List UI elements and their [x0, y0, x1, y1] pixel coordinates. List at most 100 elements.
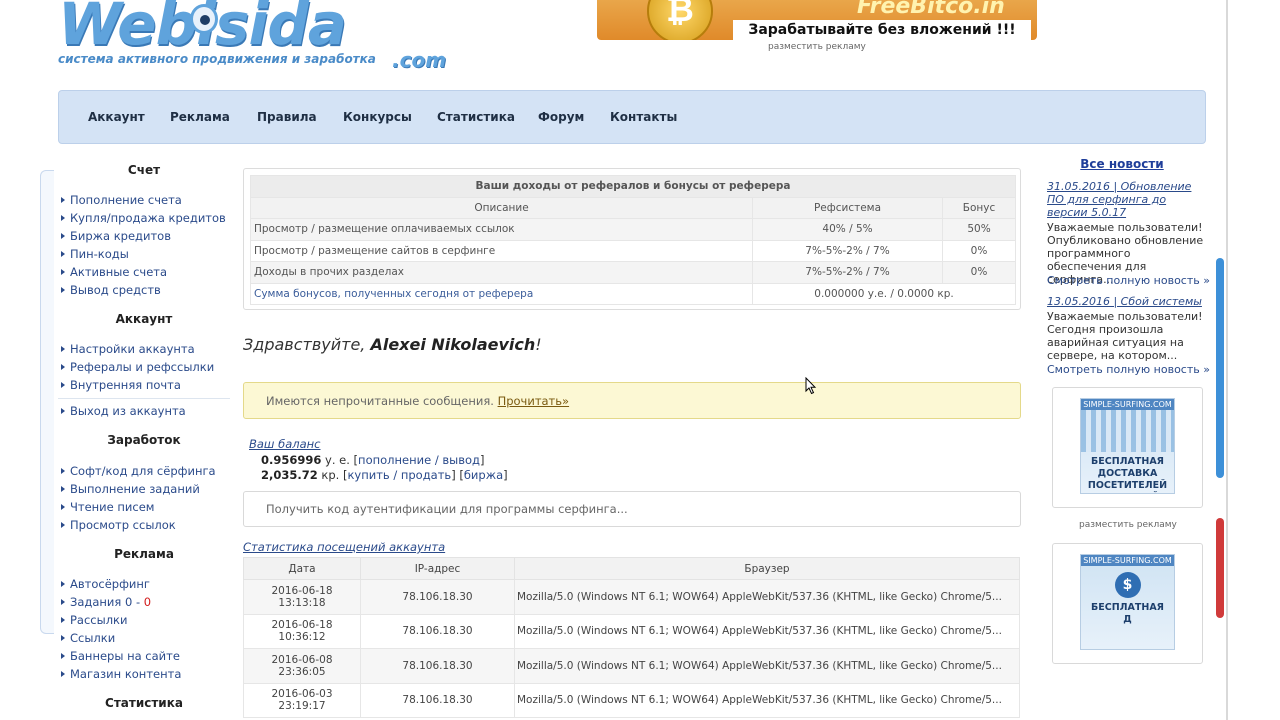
sidebar-item-credit-exchange[interactable]: Биржа кредитов: [61, 229, 171, 243]
visit-time: 23:36:05: [278, 665, 326, 678]
column-header-date: Дата: [243, 557, 361, 580]
ad-brand: SIMPLE-SURFING.COM: [1081, 555, 1174, 566]
sidebar-item-referrals[interactable]: Рефералы и рефссылки: [61, 360, 214, 374]
side-ad-banner[interactable]: SIMPLE-SURFING.COM БЕСПЛАТНАЯ ДОСТАВКА П…: [1052, 387, 1203, 508]
bullet-icon: [61, 233, 65, 239]
bullet-icon: [61, 251, 65, 257]
news-more-link[interactable]: Смотреть полную новость »: [1047, 363, 1210, 376]
balance-credits-unit: кр. [: [317, 468, 348, 482]
sidebar-item-credit-trade[interactable]: Купля/продажа кредитов: [61, 211, 226, 225]
tasks-count-red: 0: [143, 595, 152, 609]
place-ad-link[interactable]: разместить рекламу: [1079, 520, 1177, 530]
sidebar-item-view-links[interactable]: Просмотр ссылок: [61, 518, 176, 532]
sidebar-item-mailings[interactable]: Рассылки: [61, 613, 127, 627]
sidebar-item-content-shop[interactable]: Магазин контента: [61, 667, 181, 681]
sidebar-item-account-settings[interactable]: Настройки аккаунта: [61, 342, 195, 356]
sidebar-item-label: Рефералы и рефссылки: [70, 360, 215, 374]
bracket: ]: [479, 453, 485, 467]
ad-text: БЕСПЛАТНАЯ ДОСТАВКА ПОСЕТИТЕЛЕЙ НА ВАШ С…: [1087, 456, 1168, 493]
sidebar-item-label: Баннеры на сайте: [70, 649, 180, 663]
side-ad-image: SIMPLE-SURFING.COM БЕСПЛАТНАЯ ДОСТАВКА П…: [1080, 398, 1175, 494]
bullet-icon: [61, 522, 65, 528]
get-auth-code-button[interactable]: Получить код аутентификации для программ…: [243, 491, 1021, 527]
bonus-sum-value: 0.000000 у.е. / 0.0000 кр.: [752, 282, 1016, 305]
sidebar-item-pin-codes[interactable]: Пин-коды: [61, 247, 129, 261]
sidebar-item-label: Задания 0 -: [70, 595, 144, 609]
buy-sell-credits-link[interactable]: купить / продать: [347, 468, 451, 482]
visit-time: 10:36:12: [278, 631, 326, 644]
nav-rules[interactable]: Правила: [257, 110, 317, 124]
visit-stats-table: Дата IP-адрес Браузер 2016-06-18 13:13:18…: [243, 557, 1020, 718]
nav-forum[interactable]: Форум: [538, 110, 584, 124]
logo-eye-icon: [190, 4, 218, 34]
table-row: Доходы в прочих разделах 7%-5%-2% / 7% 0…: [250, 261, 1016, 284]
visit-datetime: 2016-06-18 13:13:18: [243, 579, 361, 615]
sidebar-item-tasks[interactable]: Выполнение заданий: [61, 482, 200, 496]
bullet-icon: [61, 382, 65, 388]
main-nav: Аккаунт Реклама Правила Конкурсы Статист…: [58, 90, 1206, 144]
bullet-icon: [61, 215, 65, 221]
visit-ip: 78.106.18.30: [360, 648, 515, 684]
sidebar-item-logout[interactable]: Выход из аккаунта: [61, 404, 186, 418]
sidebar-item-read-letters[interactable]: Чтение писем: [61, 500, 154, 514]
site-tagline: система активного продвижения и заработк…: [58, 52, 376, 66]
balance-title[interactable]: Ваш баланс: [249, 437, 321, 451]
news-title-link[interactable]: 13.05.2016 | Сбой системы: [1047, 295, 1207, 308]
sidebar-item-banners[interactable]: Баннеры на сайте: [61, 649, 180, 663]
table-cell: Доходы в прочих разделах: [250, 261, 753, 284]
sidebar-item-internal-mail[interactable]: Внутренняя почта: [61, 378, 181, 392]
bullet-icon: [61, 504, 65, 510]
visit-user-agent: Mozilla/5.0 (Windows NT 6.1; WOW64) Appl…: [514, 579, 1020, 615]
table-cell: 0%: [942, 261, 1016, 284]
balance-usd: 0.956996 у. е. [пополнение / вывод]: [261, 453, 484, 467]
sidebar-item-withdraw[interactable]: Вывод средств: [61, 283, 161, 297]
topup-withdraw-link[interactable]: пополнение / вывод: [358, 453, 480, 467]
visit-stats-title[interactable]: Статистика посещений аккаунта: [243, 540, 445, 554]
sidebar-heading-account-balance: Счет: [127, 163, 161, 177]
side-ad-banner[interactable]: SIMPLE-SURFING.COM $ БЕСПЛАТНАЯ Д: [1052, 543, 1203, 664]
exchange-link[interactable]: биржа: [464, 468, 503, 482]
sidebar-item-topup[interactable]: Пополнение счета: [61, 193, 182, 207]
visit-time: 13:13:18: [278, 596, 326, 609]
sidebar-item-active-accounts[interactable]: Активные счета: [61, 265, 167, 279]
side-tab-red[interactable]: [1216, 518, 1224, 618]
sidebar-item-label: Выполнение заданий: [70, 482, 200, 496]
table-row: Просмотр / размещение сайтов в серфинге …: [250, 239, 1016, 262]
place-ad-link-top[interactable]: разместить рекламу: [768, 42, 866, 52]
sidebar-item-autosurf[interactable]: Автосёрфинг: [61, 577, 150, 591]
sidebar-item-links[interactable]: Ссылки: [61, 631, 115, 645]
bullet-icon: [61, 599, 65, 605]
greeting-suffix: !: [535, 335, 542, 354]
news-more-link[interactable]: Смотреть полную новость »: [1047, 274, 1210, 287]
sidebar-item-label: Пополнение счета: [70, 193, 182, 207]
table-cell: Просмотр / размещение оплачиваемых ссыло…: [250, 218, 753, 241]
ad-text: БЕСПЛАТНАЯ Д: [1081, 598, 1174, 630]
news-title-link[interactable]: 31.05.2016 | Обновление ПО для серфинга …: [1047, 180, 1207, 219]
side-tab-blue[interactable]: [1216, 258, 1224, 478]
column-header-description: Описание: [250, 196, 753, 219]
visit-datetime: 2016-06-08 23:36:05: [243, 648, 361, 684]
visit-date: 2016-06-08: [271, 653, 333, 666]
read-messages-link[interactable]: Прочитать»: [498, 394, 570, 408]
bitcoin-coin-icon: ₿: [647, 0, 713, 40]
greeting-prefix: Здравствуйте,: [243, 335, 371, 354]
sidebar-heading-account: Аккаунт: [115, 312, 173, 326]
sidebar-item-label: Внутренняя почта: [70, 378, 181, 392]
nav-contests[interactable]: Конкурсы: [343, 110, 412, 124]
visit-datetime: 2016-06-03 23:19:17: [243, 682, 361, 718]
nav-account[interactable]: Аккаунт: [88, 110, 145, 124]
sidebar-item-ad-tasks[interactable]: Задания 0 - 0: [61, 595, 151, 609]
sidebar-item-label: Настройки аккаунта: [70, 342, 195, 356]
bullet-icon: [61, 653, 65, 659]
banner-brand: FreeBitco.in: [857, 0, 1005, 19]
site-logo[interactable]: Webisida: [58, 0, 347, 58]
nav-contacts[interactable]: Контакты: [610, 110, 677, 124]
sidebar-item-label: Вывод средств: [70, 283, 161, 297]
nav-ads[interactable]: Реклама: [170, 110, 230, 124]
sidebar-item-surf-software[interactable]: Софт/код для сёрфинга: [61, 464, 216, 478]
nav-stats[interactable]: Статистика: [437, 110, 515, 124]
people-figures-icon: [1081, 410, 1174, 452]
column-header-browser: Браузер: [514, 557, 1020, 580]
top-ad-banner[interactable]: ₿ FreeBitco.in Зарабатывайте без вложени…: [597, 0, 1037, 40]
all-news-link[interactable]: Все новости: [1047, 157, 1197, 171]
